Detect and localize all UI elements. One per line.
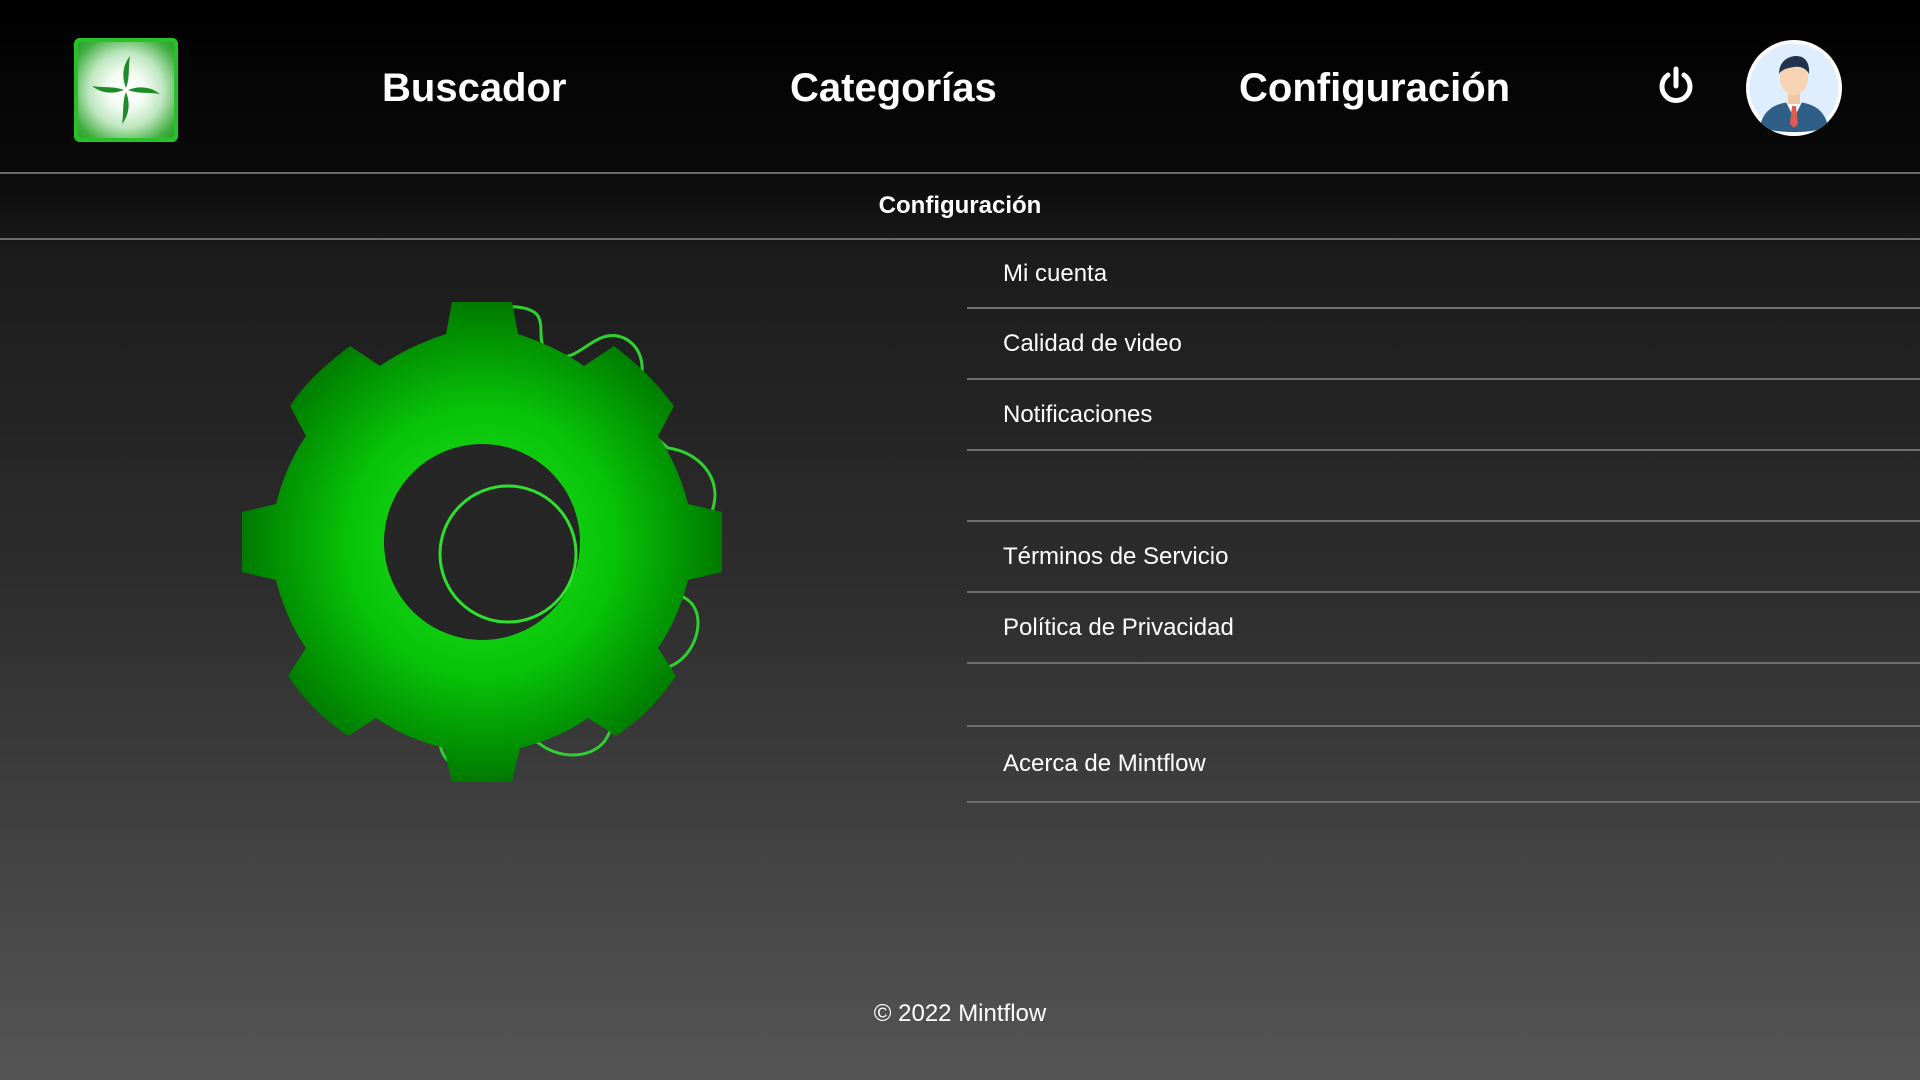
nav-link-configuracion[interactable]: Configuración [1239, 62, 1510, 114]
menu-item-terminos-de-servicio[interactable]: Términos de Servicio [967, 522, 1920, 593]
menu-item-empty [967, 451, 1920, 522]
section-header: Configuración [0, 172, 1920, 240]
menu-item-politica-de-privacidad[interactable]: Política de Privacidad [967, 593, 1920, 664]
top-navigation-bar: Buscador Categorías Configuración [0, 0, 1920, 172]
app-logo[interactable] [74, 38, 178, 142]
gear-icon [230, 290, 770, 830]
nav-link-categorias[interactable]: Categorías [790, 62, 997, 114]
menu-item-calidad-de-video[interactable]: Calidad de video [967, 309, 1920, 380]
user-avatar-icon[interactable] [1746, 40, 1842, 136]
page-title: Configuración [878, 192, 1042, 219]
power-icon[interactable] [1654, 64, 1698, 108]
footer-copyright: © 2022 Mintflow [873, 1000, 1047, 1027]
nav-link-buscador[interactable]: Buscador [382, 62, 567, 114]
settings-menu: Mi cuenta Calidad de video Notificacione… [967, 240, 1920, 803]
menu-item-empty [967, 664, 1920, 727]
pinwheel-leaf-icon [78, 42, 174, 138]
menu-item-notificaciones[interactable]: Notificaciones [967, 380, 1920, 451]
menu-item-acerca-de-mintflow[interactable]: Acerca de Mintflow [967, 727, 1920, 803]
menu-item-mi-cuenta[interactable]: Mi cuenta [967, 240, 1920, 309]
